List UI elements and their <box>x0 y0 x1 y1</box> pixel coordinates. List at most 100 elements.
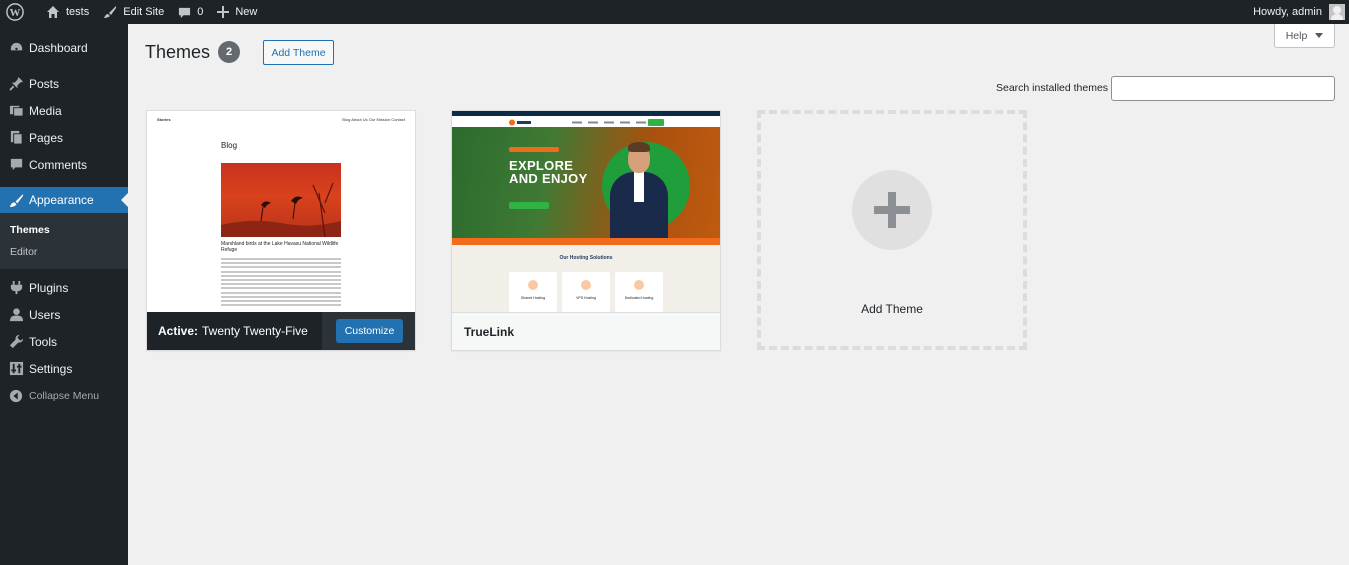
search-label: Search installed themes <box>996 82 1109 94</box>
home-icon <box>47 6 59 18</box>
customize-button[interactable]: Customize <box>336 319 403 343</box>
new-content-link[interactable]: New <box>210 0 264 24</box>
sidebar-item-label: Appearance <box>29 193 94 207</box>
preview-nav-links: Blog About Us Our Mission Contact <box>342 117 405 122</box>
hero-title: EXPLORE AND ENJOY <box>509 159 588 185</box>
hero-button <box>509 202 549 209</box>
comments-link[interactable]: 0 <box>171 0 210 24</box>
theme-card-twenty-twenty-five[interactable]: Stories Blog About Us Our Mission Contac… <box>146 110 416 351</box>
solution-card-label: Dedicated Hosting <box>624 296 654 300</box>
admin-bar: W tests Edit Site 0 New Howdy, admin <box>0 0 1349 24</box>
plus-icon <box>217 6 230 18</box>
theme-screenshot[interactable]: EXPLORE AND ENJOY Our Hosting Solutions … <box>452 111 720 312</box>
solution-card: VPS Hosting <box>562 272 610 312</box>
preview-nav: Stories Blog About Us Our Mission Contac… <box>157 117 405 125</box>
help-label: Help <box>1285 29 1308 42</box>
submenu-item-editor[interactable]: Editor <box>0 241 128 263</box>
server-icon <box>634 280 644 290</box>
preview-solutions: Our Hosting Solutions Shared Hosting VPS… <box>452 245 720 312</box>
wrench-icon <box>8 334 24 350</box>
theme-name-bar: TrueLink <box>452 312 720 350</box>
preview-nav <box>452 116 720 127</box>
help-button[interactable]: Help <box>1274 24 1335 48</box>
solutions-heading: Our Hosting Solutions <box>559 255 613 261</box>
users-icon <box>8 307 24 323</box>
submenu-item-themes[interactable]: Themes <box>0 219 128 241</box>
sidebar-item-dashboard[interactable]: Dashboard <box>0 34 128 61</box>
brush-icon <box>104 6 117 18</box>
sidebar-item-tools[interactable]: Tools <box>0 328 128 355</box>
preview-heading: Blog <box>221 141 238 150</box>
sidebar-item-appearance[interactable]: Appearance <box>0 187 128 213</box>
preview-caption: Marshland birds at the Lake Havasu Natio… <box>221 241 339 253</box>
comment-icon <box>179 7 191 18</box>
admin-sidebar: Dashboard Posts Media Pages Comments App… <box>0 24 128 565</box>
sidebar-item-label: Plugins <box>29 280 69 295</box>
comments-count: 0 <box>197 6 204 18</box>
collapse-menu-button[interactable]: Collapse Menu <box>0 382 128 409</box>
theme-card-truelink[interactable]: EXPLORE AND ENJOY Our Hosting Solutions … <box>451 110 721 351</box>
sidebar-item-media[interactable]: Media <box>0 97 128 124</box>
add-new-theme-label: Add Theme <box>861 302 923 316</box>
svg-text:W: W <box>10 7 21 19</box>
howdy-text: Howdy, admin <box>1253 6 1322 18</box>
solution-card-label: VPS Hosting <box>576 296 596 300</box>
settings-icon <box>8 361 24 377</box>
sidebar-item-plugins[interactable]: Plugins <box>0 274 128 301</box>
solution-card-label: Shared Hosting <box>520 296 546 300</box>
add-theme-button[interactable]: Add Theme <box>263 40 334 65</box>
site-name-link[interactable]: tests <box>39 0 96 24</box>
plus-icon <box>852 170 932 250</box>
dashboard-icon <box>8 40 24 56</box>
sidebar-item-posts[interactable]: Posts <box>0 70 128 97</box>
new-label: New <box>235 6 258 18</box>
media-icon <box>8 103 24 119</box>
main-content: Help Themes 2 Add Theme Search installed… <box>128 24 1349 565</box>
search-themes-input[interactable] <box>1111 76 1335 101</box>
theme-screenshot[interactable]: Stories Blog About Us Our Mission Contac… <box>147 111 415 312</box>
plugin-icon <box>8 280 24 296</box>
hero-person-shirt <box>634 172 644 202</box>
preview-body-text <box>221 258 341 308</box>
sidebar-item-label: Tools <box>29 334 58 349</box>
theme-count-badge: 2 <box>218 41 240 63</box>
site-name: tests <box>66 6 90 18</box>
collapse-menu-label: Collapse Menu <box>29 389 100 402</box>
solution-card: Shared Hosting <box>509 272 557 312</box>
caret-down-icon <box>1315 33 1324 38</box>
sidebar-item-label: Media <box>29 103 62 118</box>
preview-hero: EXPLORE AND ENJOY <box>452 127 720 245</box>
sidebar-item-label: Pages <box>29 130 64 145</box>
hero-tag <box>509 147 559 152</box>
comment-icon <box>8 157 24 173</box>
sidebar-item-label: Dashboard <box>29 40 88 55</box>
collapse-arrow-icon <box>8 388 24 404</box>
avatar <box>1329 4 1345 20</box>
server-icon <box>528 280 538 290</box>
sidebar-item-comments[interactable]: Comments <box>0 151 128 178</box>
account-menu[interactable]: Howdy, admin <box>1246 0 1349 24</box>
theme-name-bar: Active: Twenty Twenty-Five Customize <box>147 312 415 350</box>
edit-site-link[interactable]: Edit Site <box>96 0 171 24</box>
solution-card: Dedicated Hosting <box>615 272 663 312</box>
preview-site-name: Stories <box>157 117 171 122</box>
wordpress-logo-icon[interactable]: W <box>0 0 39 24</box>
theme-name: Twenty Twenty-Five <box>202 324 308 338</box>
add-new-theme-card[interactable]: Add Theme <box>757 110 1027 350</box>
sidebar-item-label: Users <box>29 307 61 322</box>
hero-title-line-2: AND ENJOY <box>509 171 588 186</box>
sidebar-item-users[interactable]: Users <box>0 301 128 328</box>
sidebar-item-label: Settings <box>29 361 73 376</box>
sidebar-item-pages[interactable]: Pages <box>0 124 128 151</box>
pin-icon <box>8 76 24 92</box>
sidebar-item-label: Posts <box>29 76 60 91</box>
sidebar-item-label: Comments <box>29 157 88 172</box>
sidebar-item-settings[interactable]: Settings <box>0 355 128 382</box>
page-title: Themes <box>145 42 211 62</box>
preview-image <box>221 163 341 237</box>
hero-person-hair <box>628 142 650 152</box>
theme-name: TrueLink <box>464 324 515 339</box>
edit-site-label: Edit Site <box>123 6 165 18</box>
active-prefix: Active: <box>158 324 199 338</box>
brush-icon <box>8 192 24 208</box>
